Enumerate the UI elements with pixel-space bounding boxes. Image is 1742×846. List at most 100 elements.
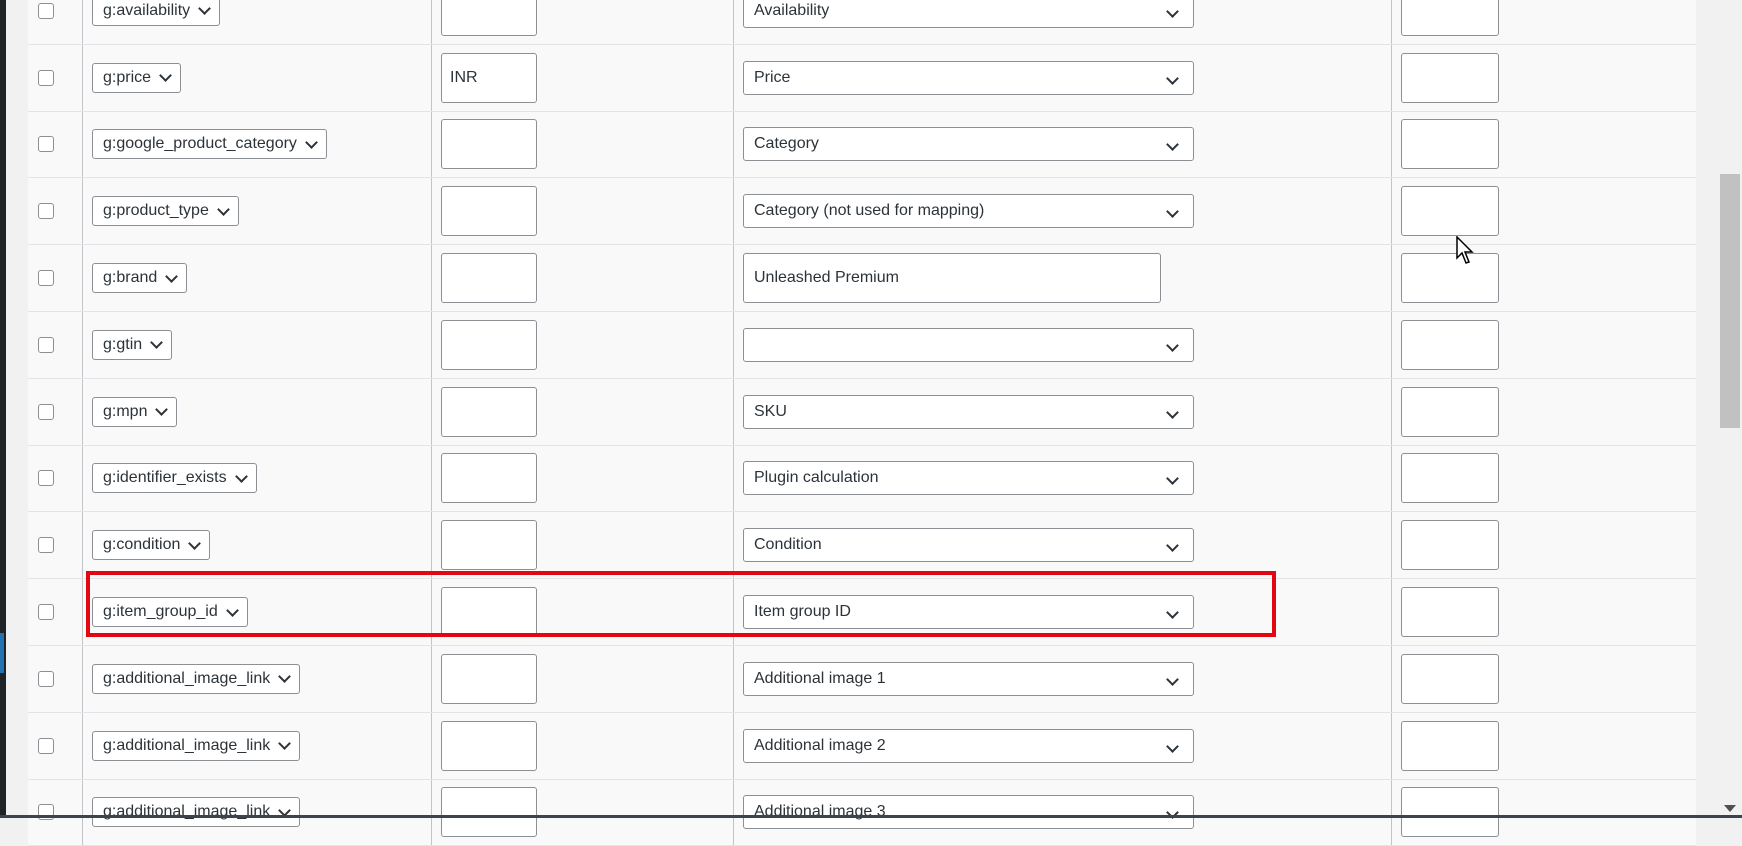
column-divider [431,245,432,311]
column-divider [733,311,734,378]
suffix-input[interactable] [1401,0,1499,36]
attribute-select[interactable]: g:mpn [92,396,178,427]
source-value-select[interactable]: Additional image 2 [743,728,1194,763]
suffix-input[interactable] [1401,587,1499,638]
row-checkbox[interactable] [38,136,54,153]
source-value-label: Additional image 1 [754,669,886,687]
suffix-input[interactable] [1401,520,1499,571]
source-value-label: Additional image 2 [754,736,886,754]
row-checkbox[interactable] [38,69,54,86]
column-divider [733,645,734,712]
attribute-select[interactable]: g:additional_image_link [92,730,301,761]
row-checkbox[interactable] [38,804,54,821]
prefix-input[interactable] [441,319,537,370]
row-checkbox[interactable] [38,270,54,287]
source-value-label: Plugin calculation [754,469,879,487]
source-value-select[interactable]: Category [743,127,1194,162]
row-checkbox[interactable] [38,604,54,621]
row-checkbox[interactable] [38,537,54,554]
suffix-input[interactable] [1401,52,1499,103]
source-value-label: Price [754,68,791,86]
suffix-input[interactable] [1401,653,1499,704]
column-divider [82,445,83,512]
source-value-select[interactable]: Category (not used for mapping) [743,194,1194,229]
source-value-select[interactable]: SKU [743,394,1194,429]
prefix-input[interactable] [441,0,537,36]
prefix-input[interactable] [441,119,537,170]
source-value-select[interactable]: Item group ID [743,595,1194,630]
source-value-label: Availability [754,1,830,19]
suffix-input[interactable] [1401,186,1499,237]
suffix-input[interactable] [1401,319,1499,370]
attribute-select[interactable]: g:gtin [92,329,173,360]
column-divider [733,512,734,579]
column-divider [82,712,83,779]
prefix-input[interactable] [441,386,537,437]
suffix-input[interactable] [1401,119,1499,170]
attribute-select[interactable]: g:google_product_category [92,129,327,160]
source-value-select[interactable]: Condition [743,528,1194,563]
prefix-input[interactable] [441,453,537,504]
prefix-input[interactable] [441,653,537,704]
row-checkbox[interactable] [38,203,54,220]
attribute-select[interactable]: g:price [92,62,182,93]
attribute-label: g:item_group_id [103,603,218,621]
attribute-select[interactable]: g:condition [92,530,211,561]
attribute-select[interactable]: g:additional_image_link [92,797,301,828]
column-divider [733,779,734,846]
suffix-input[interactable] [1401,453,1499,504]
chevron-down-icon [1166,405,1179,419]
table-row: g:additional_image_link Additional image … [28,645,1696,713]
prefix-input[interactable] [441,787,537,838]
attribute-label: g:product_type [103,202,209,220]
row-checkbox[interactable] [38,470,54,487]
source-value-select[interactable]: Additional image 1 [743,661,1194,696]
source-value-select[interactable]: Price [743,60,1194,95]
attribute-select[interactable]: g:item_group_id [92,597,248,628]
prefix-input[interactable] [441,587,537,638]
source-value-select[interactable]: Additional image 3 [743,795,1194,830]
column-divider [1391,712,1392,779]
chevron-down-icon [1166,205,1179,219]
attribute-select[interactable]: g:identifier_exists [92,463,257,494]
prefix-input[interactable]: INR [441,52,537,103]
column-divider [733,178,734,245]
static-value-input[interactable]: Unleashed Premium [743,253,1161,304]
row-checkbox[interactable] [38,737,54,754]
column-divider [431,712,432,779]
source-value-select[interactable]: Plugin calculation [743,461,1194,496]
row-checkbox[interactable] [38,670,54,687]
prefix-input[interactable] [441,186,537,237]
attribute-label: g:condition [103,536,181,554]
chevron-down-icon [216,202,230,216]
suffix-input[interactable] [1401,253,1499,304]
scrollbar-thumb[interactable] [1720,174,1740,428]
column-divider [1391,0,1392,44]
attribute-select[interactable]: g:availability [92,0,221,26]
attribute-label: g:brand [103,269,158,287]
column-divider [431,378,432,445]
row-checkbox[interactable] [38,403,54,420]
row-checkbox[interactable] [38,336,54,353]
scroll-down-arrow-icon[interactable] [1724,805,1736,812]
column-divider [1391,512,1392,579]
chevron-down-icon [1166,339,1179,352]
suffix-input[interactable] [1401,386,1499,437]
prefix-input[interactable] [441,720,537,771]
suffix-input[interactable] [1401,720,1499,771]
column-divider [733,111,734,178]
row-checkbox[interactable] [38,2,54,19]
prefix-input[interactable] [441,253,537,304]
column-divider [733,445,734,512]
source-value-select[interactable] [743,327,1194,362]
attribute-select[interactable]: g:brand [92,263,188,294]
source-value-label: Category (not used for mapping) [754,202,985,220]
attribute-select[interactable]: g:product_type [92,196,239,227]
source-value-select[interactable]: Availability [743,0,1194,28]
column-divider [1391,245,1392,311]
suffix-input[interactable] [1401,787,1499,838]
chevron-down-icon [278,737,292,751]
attribute-select[interactable]: g:additional_image_link [92,663,301,694]
scrollbar[interactable] [1718,0,1742,818]
prefix-input[interactable] [441,520,537,571]
